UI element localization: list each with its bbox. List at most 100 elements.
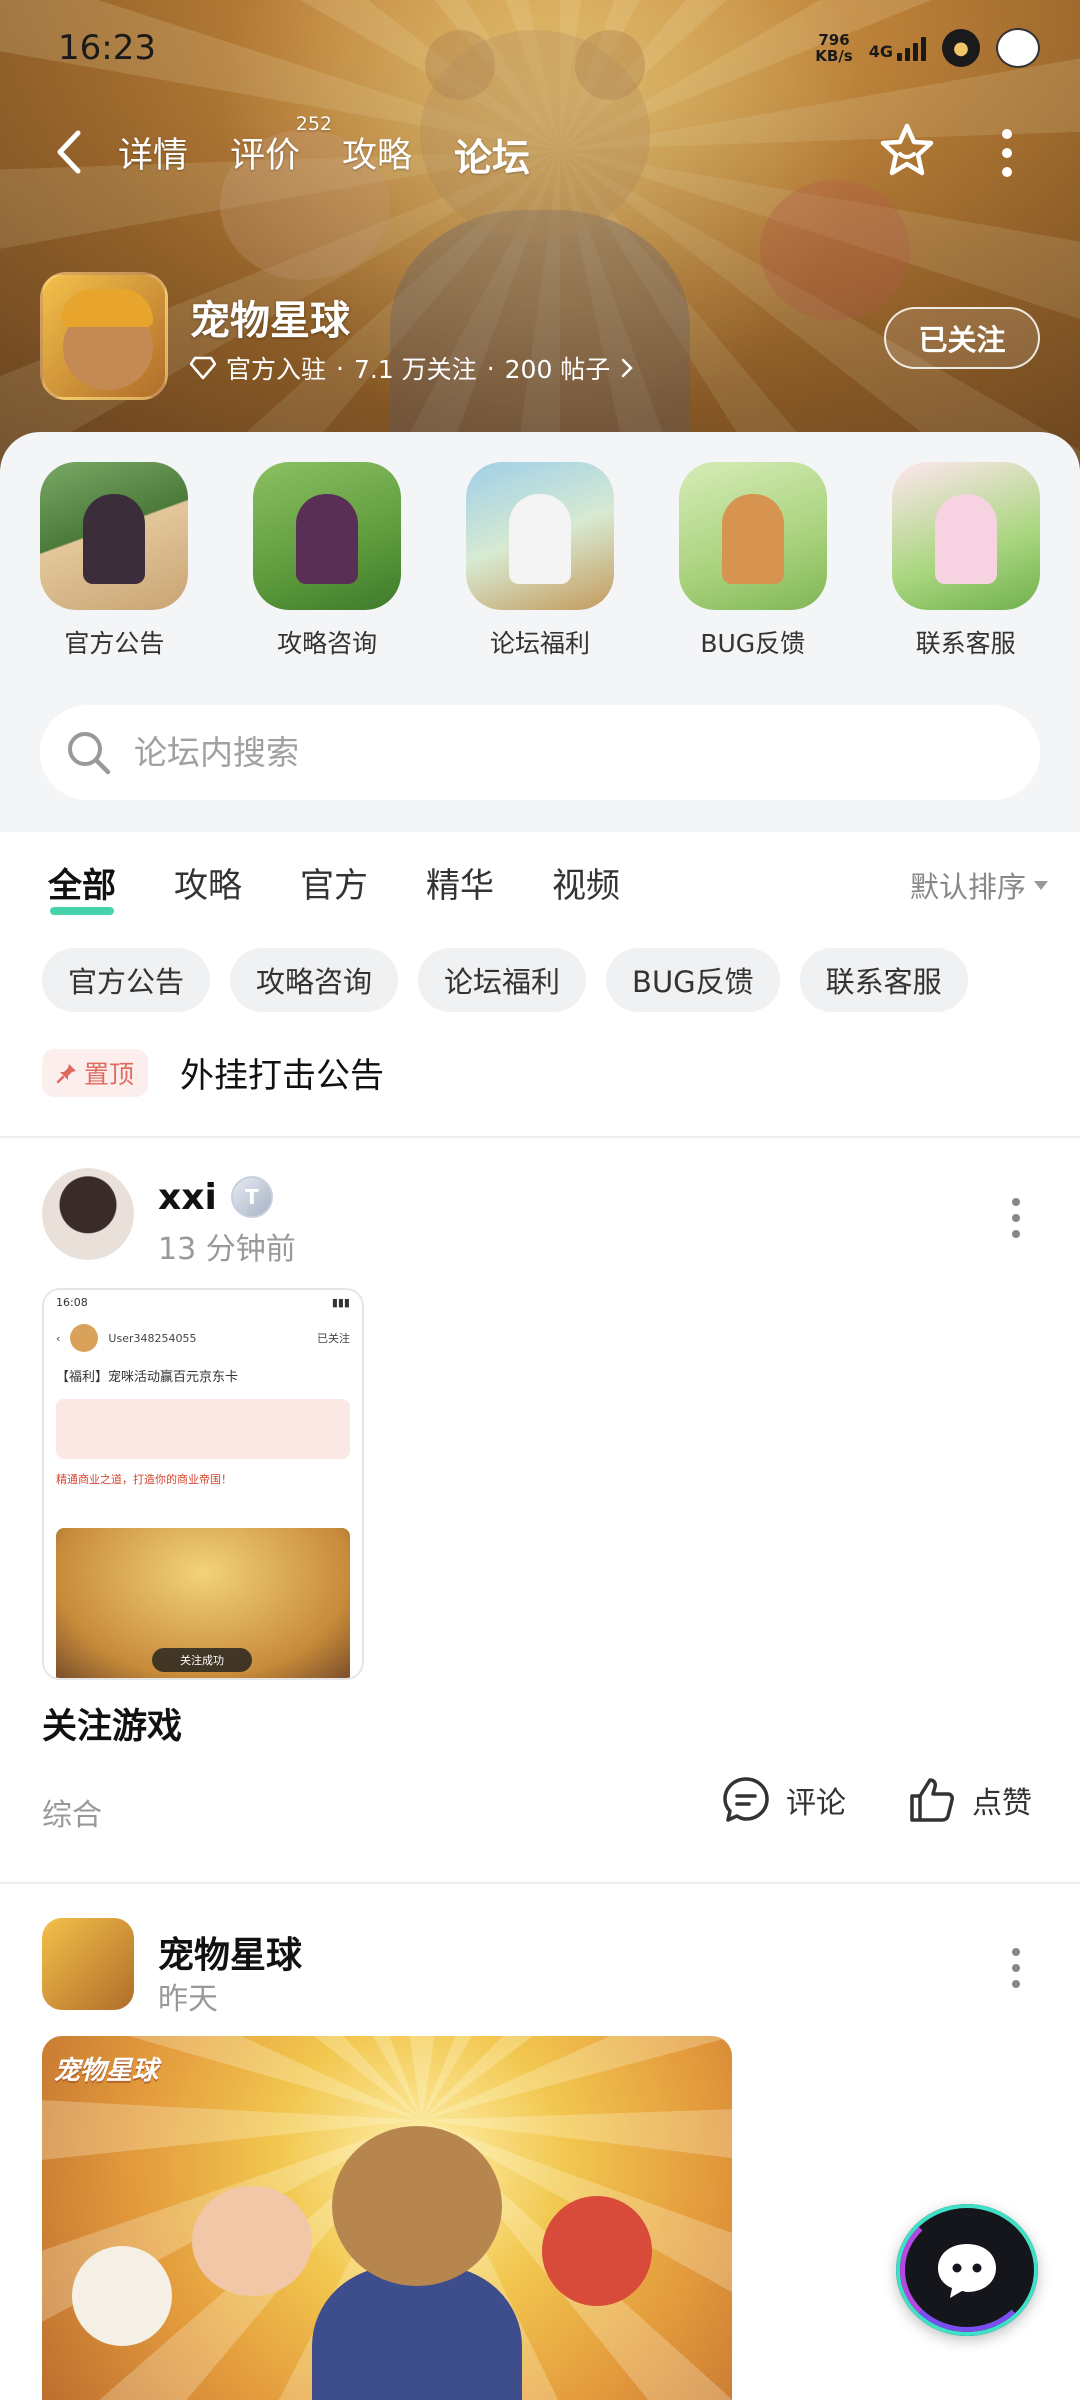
screenshot-header: ‹ User348254055 已关注 (44, 1316, 362, 1360)
meta-separator: · (336, 353, 344, 383)
board-label: 攻略咨询 (277, 629, 378, 658)
signal-bars-icon (897, 35, 926, 61)
search-icon (68, 731, 111, 774)
post-title[interactable]: 关注游戏 (42, 1698, 182, 1749)
screenshot-time: 16:08 (56, 1296, 88, 1309)
chat-fab[interactable] (896, 2204, 1038, 2336)
board-image (40, 462, 189, 610)
image-duck (72, 2246, 172, 2346)
screenshot-battery: ▮▮▮ (331, 1296, 350, 1309)
followers-count: 7.1 万关注 (353, 355, 477, 384)
comment-button[interactable]: 评论 (720, 1774, 846, 1826)
top-nav: 详情 评价 252 攻略 论坛 (0, 113, 1080, 195)
pinned-badge: 置顶 (42, 1048, 149, 1097)
filter-all[interactable]: 全部 (48, 858, 116, 915)
star-icon[interactable] (876, 120, 938, 182)
net-speed-value: 796 (818, 31, 850, 49)
filter-tabs: 全部 攻略 官方 精华 视频 默认排序 (48, 858, 1048, 918)
board-guide-consult[interactable]: 攻略咨询 (237, 462, 417, 660)
chip-guide-consult[interactable]: 攻略咨询 (230, 948, 399, 1012)
board-image (253, 462, 402, 610)
reviews-count: 252 (295, 113, 333, 135)
image-cat (192, 2186, 312, 2296)
chip-forum-welfare[interactable]: 论坛福利 (418, 948, 587, 1012)
sort-label: 默认排序 (909, 870, 1026, 904)
tab-guides[interactable]: 攻略 (342, 127, 412, 182)
net-speed: 796 KB/s (815, 32, 852, 64)
level-badge: T (230, 1176, 273, 1218)
app-status-icon: ● (942, 29, 980, 67)
post-more-icon[interactable] (1012, 1198, 1022, 1238)
status-bar: 16:23 796 KB/s 4G ● (0, 0, 1080, 100)
screenshot-status: 16:08 ▮▮▮ (44, 1290, 362, 1316)
cell-signal: 4G (869, 35, 926, 61)
game-meta[interactable]: 官方入驻 · 7.1 万关注 · 200 帖子 (190, 350, 634, 386)
search-input[interactable] (134, 733, 934, 772)
like-label: 点赞 (972, 1786, 1032, 1821)
avatar[interactable] (42, 1918, 134, 2010)
network-type: 4G (868, 42, 893, 61)
game-name: 宠物星球 (190, 298, 350, 344)
tab-details[interactable]: 详情 (118, 127, 188, 182)
post-card[interactable]: 宠物星球 昨天 宠物星球 2 (0, 1918, 1080, 2400)
pinned-post[interactable]: 置顶 外挂打击公告 (42, 1048, 384, 1097)
comment-icon (723, 1777, 769, 1822)
chevron-right-icon (622, 358, 634, 378)
board-official-notice[interactable]: 官方公告 (24, 462, 204, 660)
post-image[interactable]: 宠物星球 2 (42, 2036, 732, 2400)
nav-tabs: 详情 评价 252 攻略 论坛 (118, 113, 572, 182)
post-screenshot[interactable]: 16:08 ▮▮▮ ‹ User348254055 已关注 【福利】宠咪活动赢百… (42, 1288, 364, 1680)
pinned-title: 外挂打击公告 (180, 1056, 385, 1096)
board-image (891, 462, 1040, 610)
post-card[interactable]: xxi T 13 分钟前 16:08 ▮▮▮ ‹ User348254055 已… (0, 1168, 1080, 1858)
screenshot-user: User348254055 (108, 1331, 197, 1345)
post-more-icon[interactable] (1012, 1948, 1022, 1988)
board-label: 论坛福利 (489, 629, 590, 658)
tab-forum[interactable]: 论坛 (450, 127, 535, 182)
board-customer-service[interactable]: 联系客服 (876, 462, 1056, 660)
screenshot-back-icon: ‹ (56, 1331, 61, 1345)
board-image (465, 462, 614, 610)
board-label: 联系客服 (915, 629, 1016, 658)
tab-reviews[interactable]: 评价 252 (230, 113, 332, 182)
meta-separator: · (486, 353, 495, 383)
filter-guides[interactable]: 攻略 (174, 858, 242, 907)
chip-customer-service[interactable]: 联系客服 (799, 948, 968, 1012)
status-time: 16:23 (58, 28, 156, 68)
diamond-icon (190, 356, 216, 380)
screenshot-card (56, 1399, 350, 1459)
chip-bug-report[interactable]: BUG反馈 (606, 948, 780, 1012)
filter-official[interactable]: 官方 (300, 858, 368, 907)
board-chips: 官方公告 攻略咨询 论坛福利 BUG反馈 联系客服 (42, 948, 968, 1012)
screenshot-avatar (70, 1324, 99, 1352)
filter-video[interactable]: 视频 (552, 858, 620, 907)
avatar[interactable] (42, 1168, 134, 1260)
official-label: 官方入驻 (226, 355, 327, 384)
like-button[interactable]: 点赞 (906, 1774, 1032, 1826)
forum-search-bar[interactable] (40, 705, 1040, 800)
follow-button[interactable]: 已关注 (884, 307, 1040, 369)
board-bug-report[interactable]: BUG反馈 (663, 462, 843, 660)
filter-featured[interactable]: 精华 (426, 858, 494, 907)
image-game-logo: 宠物星球 (54, 2056, 159, 2086)
post-time: 13 分钟前 (158, 1232, 296, 1267)
post-time: 昨天 (158, 1982, 218, 2017)
image-bear (332, 2126, 502, 2286)
sort-dropdown[interactable]: 默认排序 (910, 864, 1048, 906)
image-clown (542, 2196, 652, 2306)
screenshot-title: 【福利】宠咪活动赢百元京东卡 (56, 1370, 239, 1385)
back-arrow-icon[interactable] (50, 127, 90, 177)
game-icon[interactable] (40, 272, 168, 400)
chip-official-notice[interactable]: 官方公告 (42, 948, 211, 1012)
game-header: 宠物星球 官方入驻 · 7.1 万关注 · 200 帖子 已关注 (40, 272, 1040, 402)
post-author[interactable]: 宠物星球 (158, 1926, 302, 1978)
board-label: BUG反馈 (700, 629, 806, 658)
cat-status-icon (996, 28, 1040, 68)
pinned-badge-label: 置顶 (84, 1059, 135, 1089)
screenshot-slogan: 精通商业之道，打造你的商业帝国！ (56, 1473, 232, 1486)
more-icon[interactable] (1000, 129, 1014, 177)
screenshot-toast: 关注成功 (152, 1648, 252, 1672)
post-author[interactable]: xxi T (158, 1176, 273, 1218)
board-forum-welfare[interactable]: 论坛福利 (450, 462, 630, 660)
status-icons: 796 KB/s 4G ● (815, 28, 1040, 68)
